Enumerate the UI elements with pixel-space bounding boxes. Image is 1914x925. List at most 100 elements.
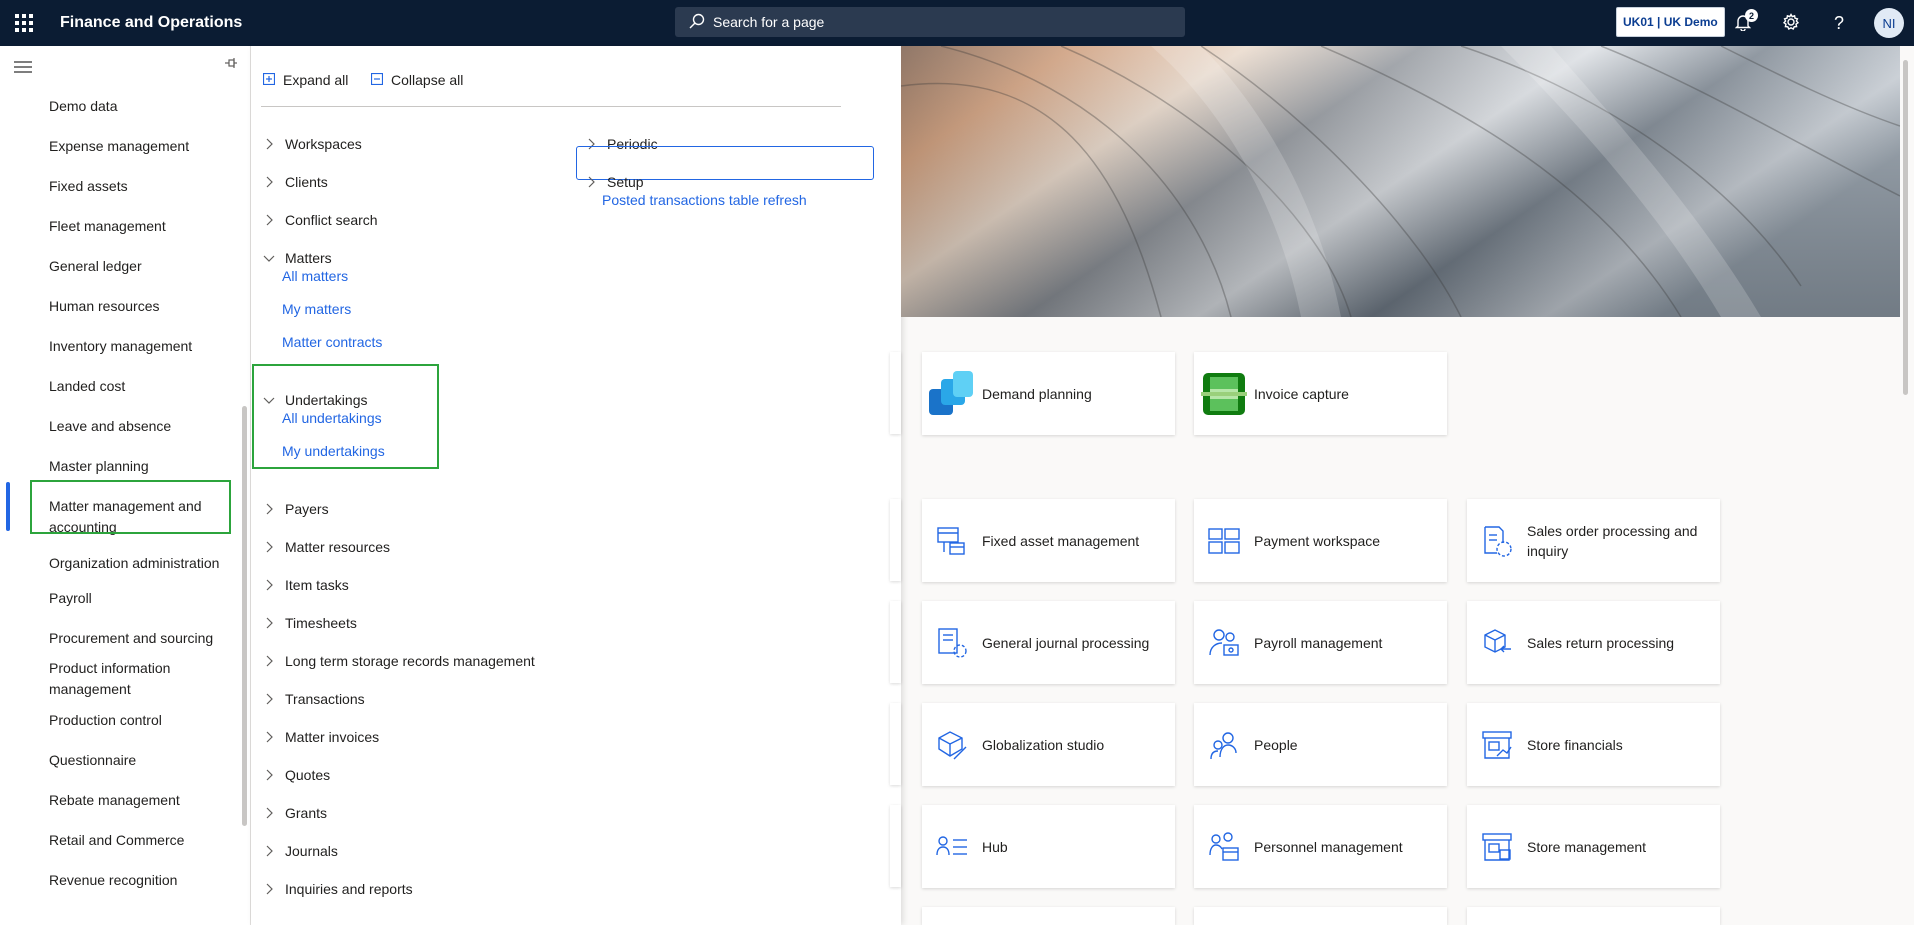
tile-label: Store financials: [1527, 736, 1623, 753]
expand-all-button[interactable]: Expand all: [262, 72, 348, 88]
hub-icon: [922, 805, 982, 888]
tile-sales-order-processing[interactable]: Sales order processing and inquiry: [1467, 499, 1720, 582]
tree-label: Journals: [285, 843, 338, 859]
app-title[interactable]: Finance and Operations: [60, 14, 242, 32]
module-product-information-management[interactable]: Product information management: [0, 658, 240, 700]
tree-journals[interactable]: Journals: [261, 832, 338, 870]
module-list-scrollbar[interactable]: [242, 406, 247, 826]
selected-module-highlight: [30, 480, 231, 534]
module-production-control[interactable]: Production control: [0, 700, 240, 740]
tree-label: Inquiries and reports: [285, 881, 413, 897]
tree-label: Transactions: [285, 691, 365, 707]
tree-payers[interactable]: Payers: [261, 490, 329, 528]
chevron-right-icon: [261, 501, 277, 517]
module-human-resources[interactable]: Human resources: [0, 286, 240, 326]
tree-conflict-search[interactable]: Conflict search: [261, 201, 378, 239]
tile-people[interactable]: People: [1194, 703, 1447, 786]
sales-return-icon: [1467, 601, 1527, 684]
tree-label: Conflict search: [285, 212, 378, 228]
tree-workspaces[interactable]: Workspaces: [261, 125, 362, 163]
tile-store-financials[interactable]: Store financials: [1467, 703, 1720, 786]
store-management-icon: [1467, 805, 1527, 888]
help-button[interactable]: ?: [1824, 8, 1854, 38]
tree-quotes[interactable]: Quotes: [261, 756, 330, 794]
tree-label: Setup: [607, 174, 644, 190]
tree-long-term-storage[interactable]: Long term storage records management: [261, 642, 535, 680]
link-matter-contracts[interactable]: Matter contracts: [282, 334, 382, 350]
tile-payment-workspace[interactable]: Payment workspace: [1194, 499, 1447, 582]
tree-clients[interactable]: Clients: [261, 163, 328, 201]
tile-invoice-capture[interactable]: Invoice capture: [1194, 352, 1447, 435]
tree-label: Matters: [285, 250, 332, 266]
module-demo-data[interactable]: Demo data: [0, 86, 240, 126]
module-expense-management[interactable]: Expense management: [0, 126, 240, 166]
undertakings-highlight: [252, 364, 439, 469]
notification-badge: 2: [1745, 9, 1758, 22]
tile-personnel-management[interactable]: Personnel management: [1194, 805, 1447, 888]
partial-tile: [890, 703, 901, 785]
app-launcher-icon[interactable]: [0, 0, 48, 46]
pin-icon[interactable]: [224, 56, 238, 73]
tile-globalization-studio[interactable]: Globalization studio: [922, 703, 1175, 786]
module-procurement-and-sourcing[interactable]: Procurement and sourcing: [0, 618, 240, 658]
people-icon: [1194, 703, 1254, 786]
tile-demand-planning[interactable]: Demand planning: [922, 352, 1175, 435]
tile-general-journal-processing[interactable]: General journal processing: [922, 601, 1175, 684]
tree-item-tasks[interactable]: Item tasks: [261, 566, 349, 604]
tree-grants[interactable]: Grants: [261, 794, 327, 832]
expand-all-icon: [262, 72, 276, 88]
payment-workspace-icon: [1194, 499, 1254, 582]
tree-transactions[interactable]: Transactions: [261, 680, 365, 718]
tree-timesheets[interactable]: Timesheets: [261, 604, 357, 642]
tile-fixed-asset-management[interactable]: Fixed asset management: [922, 499, 1175, 582]
module-fixed-assets[interactable]: Fixed assets: [0, 166, 240, 206]
chevron-right-icon: [261, 767, 277, 783]
tree-inquiries-and-reports[interactable]: Inquiries and reports: [261, 870, 413, 908]
tree-label: Long term storage records management: [285, 653, 535, 669]
module-organization-administration[interactable]: Organization administration: [0, 548, 240, 578]
settings-button[interactable]: [1776, 8, 1806, 38]
tile-store-management[interactable]: Store management: [1467, 805, 1720, 888]
notifications-button[interactable]: 2: [1728, 8, 1758, 38]
tile-sales-return-processing[interactable]: Sales return processing: [1467, 601, 1720, 684]
module-rebate-management[interactable]: Rebate management: [0, 780, 240, 820]
toolbar-divider: [261, 106, 841, 107]
tile-label: Store management: [1527, 838, 1647, 855]
gear-icon: [1782, 12, 1800, 34]
module-general-ledger[interactable]: General ledger: [0, 246, 240, 286]
tile-label: Personnel management: [1254, 838, 1403, 855]
module-questionnaire[interactable]: Questionnaire: [0, 740, 240, 780]
tile-hub[interactable]: Hub: [922, 805, 1175, 888]
selected-module-indicator: [6, 482, 10, 531]
link-all-matters[interactable]: All matters: [282, 268, 348, 284]
hamburger-menu-icon[interactable]: [14, 60, 34, 77]
chevron-down-icon: [261, 250, 277, 266]
globalization-studio-icon: [922, 703, 982, 786]
link-my-matters[interactable]: My matters: [282, 301, 351, 317]
tile-payroll-management[interactable]: Payroll management: [1194, 601, 1447, 684]
avatar[interactable]: NI: [1874, 8, 1904, 38]
module-fleet-management[interactable]: Fleet management: [0, 206, 240, 246]
module-landed-cost[interactable]: Landed cost: [0, 366, 240, 406]
tree-label: Quotes: [285, 767, 331, 783]
link-posted-transactions-table-refresh[interactable]: Posted transactions table refresh: [602, 192, 807, 208]
tree-matter-resources[interactable]: Matter resources: [261, 528, 390, 566]
tile-label: Sales order processing and inquiry: [1527, 522, 1698, 559]
tree-label: Grants: [285, 805, 328, 821]
module-menu-panel: Expand all Collapse all Workspaces Clien…: [251, 46, 901, 925]
search-input[interactable]: Search for a page: [675, 7, 1185, 37]
tree-matter-invoices[interactable]: Matter invoices: [261, 718, 379, 756]
chevron-right-icon: [261, 881, 277, 897]
module-payroll[interactable]: Payroll: [0, 578, 240, 618]
company-picker[interactable]: UK01 | UK Demo: [1616, 7, 1725, 37]
tile-label: Hub: [982, 838, 1008, 855]
chevron-right-icon: [261, 653, 277, 669]
module-leave-and-absence[interactable]: Leave and absence: [0, 406, 240, 446]
chevron-right-icon: [261, 577, 277, 593]
module-revenue-recognition[interactable]: Revenue recognition: [0, 860, 240, 900]
content-scrollbar[interactable]: [1903, 60, 1908, 395]
module-retail-and-commerce[interactable]: Retail and Commerce: [0, 820, 240, 860]
partial-tile: [890, 499, 901, 581]
collapse-all-button[interactable]: Collapse all: [370, 72, 463, 88]
module-inventory-management[interactable]: Inventory management: [0, 326, 240, 366]
